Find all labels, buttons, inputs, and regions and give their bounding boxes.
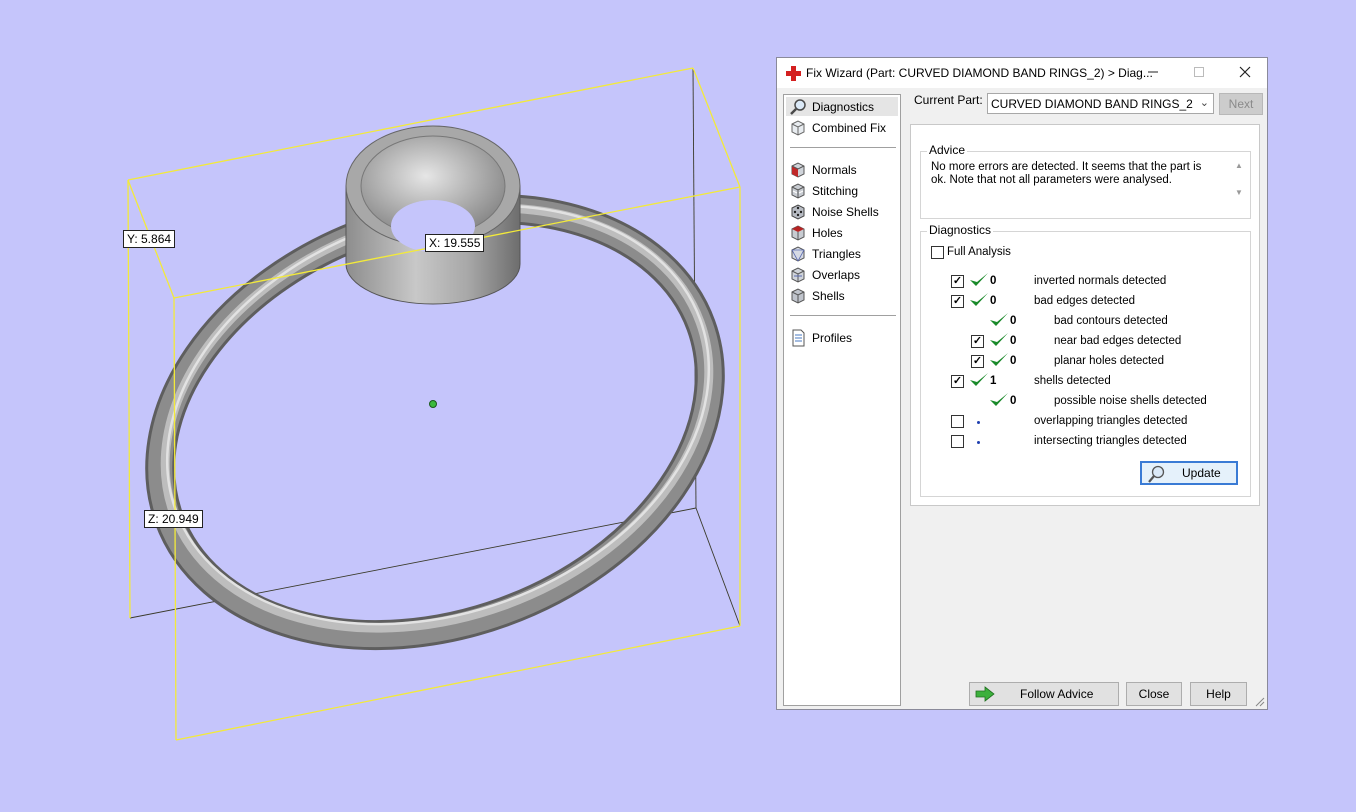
nav-item-noise-shells[interactable]: Noise Shells bbox=[786, 202, 898, 221]
intersecting-triangles-label: intersecting triangles detected bbox=[1034, 435, 1187, 447]
arrow-right-icon bbox=[975, 686, 995, 702]
magnifier-icon bbox=[790, 99, 806, 115]
triangles-cube-icon bbox=[791, 246, 805, 262]
nav-item-triangles[interactable]: Triangles bbox=[786, 244, 898, 263]
scene-canvas bbox=[127, 67, 741, 741]
help-button[interactable]: Help bbox=[1190, 682, 1247, 706]
close-window-button[interactable] bbox=[1222, 58, 1268, 88]
title-bar[interactable]: Fix Wizard (Part: CURVED DIAMOND BAND RI… bbox=[777, 58, 1267, 88]
update-label: Update bbox=[1182, 466, 1221, 480]
green-check-icon bbox=[990, 333, 1008, 346]
nav-item-overlaps[interactable]: Overlaps bbox=[786, 265, 898, 284]
dimension-z-label: Z: 20.949 bbox=[144, 510, 203, 528]
dice-icon bbox=[791, 204, 805, 220]
overlapping-triangles-label: overlapping triangles detected bbox=[1034, 415, 1188, 427]
nav-item-normals[interactable]: Normals bbox=[786, 160, 898, 179]
scroll-up-icon[interactable]: ▲ bbox=[1232, 161, 1246, 170]
inverted-normals-count: 0 bbox=[990, 275, 997, 287]
current-part-value: CURVED DIAMOND BAND RINGS_2 bbox=[991, 97, 1193, 111]
update-button[interactable]: Update bbox=[1140, 461, 1238, 485]
pending-dot-icon bbox=[977, 421, 980, 424]
green-check-icon bbox=[970, 293, 988, 306]
follow-advice-label: Follow Advice bbox=[1020, 687, 1094, 701]
shells-checkbox[interactable]: ✓ bbox=[951, 375, 964, 388]
inverted-normals-label: inverted normals detected bbox=[1034, 275, 1167, 287]
diagnostics-panel: Advice No more errors are detected. It s… bbox=[910, 124, 1260, 506]
diagnostics-group: Diagnostics Full Analysis ✓ 0 inverted n… bbox=[920, 223, 1251, 497]
pending-dot-icon bbox=[977, 441, 980, 444]
intersecting-triangles-checkbox[interactable] bbox=[951, 435, 964, 448]
bad-contours-count: 0 bbox=[1010, 315, 1017, 327]
green-check-icon bbox=[990, 353, 1008, 366]
fix-wizard-nav: Diagnostics Combined Fix Normals Stitchi… bbox=[783, 94, 901, 706]
advice-group: Advice No more errors are detected. It s… bbox=[920, 143, 1251, 219]
advice-text: No more errors are detected. It seems th… bbox=[931, 161, 1202, 186]
full-analysis-checkbox[interactable] bbox=[931, 246, 944, 259]
advice-title: Advice bbox=[927, 143, 968, 157]
fix-wizard-dialog: Fix Wizard (Part: CURVED DIAMOND BAND RI… bbox=[776, 57, 1268, 710]
shells-cube-icon bbox=[791, 288, 805, 304]
planar-holes-count: 0 bbox=[1010, 355, 1017, 367]
shells-label: shells detected bbox=[1034, 375, 1111, 387]
nav-item-stitching[interactable]: Stitching bbox=[786, 181, 898, 200]
nav-separator bbox=[790, 147, 896, 148]
green-check-icon bbox=[970, 273, 988, 286]
nav-item-diagnostics[interactable]: Diagnostics bbox=[786, 97, 898, 116]
near-bad-edges-label: near bad edges detected bbox=[1054, 335, 1182, 347]
nav-item-profiles[interactable]: Profiles bbox=[786, 328, 898, 347]
diagnostics-title: Diagnostics bbox=[927, 223, 994, 237]
nav-separator bbox=[790, 315, 896, 316]
green-check-icon bbox=[990, 313, 1008, 326]
maximize-button[interactable] bbox=[1176, 58, 1222, 88]
near-bad-edges-checkbox[interactable]: ✓ bbox=[971, 335, 984, 348]
scroll-down-icon[interactable]: ▼ bbox=[1232, 188, 1246, 197]
normals-cube-icon bbox=[791, 162, 805, 178]
document-icon bbox=[792, 329, 805, 347]
nav-item-shells[interactable]: Shells bbox=[786, 286, 898, 305]
near-bad-edges-count: 0 bbox=[1010, 335, 1017, 347]
dialog-title: Fix Wizard (Part: CURVED DIAMOND BAND RI… bbox=[806, 66, 1153, 80]
ring-model bbox=[145, 125, 725, 651]
next-button[interactable]: Next bbox=[1219, 93, 1263, 115]
cube-icon bbox=[791, 120, 805, 136]
overlaps-cube-icon bbox=[791, 267, 805, 283]
advice-scrollbar[interactable]: ▲ ▼ bbox=[1232, 161, 1246, 205]
green-check-icon bbox=[990, 393, 1008, 406]
holes-cube-icon bbox=[791, 225, 805, 241]
stitching-cube-icon bbox=[791, 183, 805, 199]
maximize-icon bbox=[1194, 67, 1204, 77]
dimension-y-label: Y: 5.864 bbox=[123, 230, 176, 248]
minimize-icon bbox=[1148, 71, 1158, 73]
green-check-icon bbox=[970, 373, 988, 386]
nav-item-holes[interactable]: Holes bbox=[786, 223, 898, 242]
close-icon bbox=[1239, 66, 1251, 78]
3d-viewport[interactable]: Y: 5.864 X: 19.555 Z: 20.949 bbox=[0, 0, 770, 809]
nav-item-combined-fix[interactable]: Combined Fix bbox=[786, 118, 898, 137]
bad-edges-checkbox[interactable]: ✓ bbox=[951, 295, 964, 308]
current-part-select[interactable]: CURVED DIAMOND BAND RINGS_2 ⌄ bbox=[987, 93, 1214, 114]
center-marker bbox=[429, 400, 437, 408]
bad-edges-label: bad edges detected bbox=[1034, 295, 1136, 307]
resize-grip-icon[interactable] bbox=[1255, 697, 1265, 707]
full-analysis-label: Full Analysis bbox=[947, 246, 1011, 258]
close-button[interactable]: Close bbox=[1126, 682, 1182, 706]
planar-holes-label: planar holes detected bbox=[1054, 355, 1164, 367]
magnifier-icon bbox=[1148, 465, 1165, 483]
medical-cross-icon bbox=[786, 66, 801, 81]
planar-holes-checkbox[interactable]: ✓ bbox=[971, 355, 984, 368]
noise-shells-count: 0 bbox=[1010, 395, 1017, 407]
current-part-label: Current Part: bbox=[914, 93, 983, 107]
chevron-down-icon: ⌄ bbox=[1199, 97, 1209, 109]
overlapping-triangles-checkbox[interactable] bbox=[951, 415, 964, 428]
dimension-x-label: X: 19.555 bbox=[425, 234, 485, 252]
shells-count: 1 bbox=[990, 375, 997, 387]
noise-shells-label: possible noise shells detected bbox=[1054, 395, 1207, 407]
follow-advice-button[interactable]: Follow Advice bbox=[969, 682, 1119, 706]
minimize-button[interactable] bbox=[1130, 58, 1176, 88]
inverted-normals-checkbox[interactable]: ✓ bbox=[951, 275, 964, 288]
bad-edges-count: 0 bbox=[990, 295, 997, 307]
bad-contours-label: bad contours detected bbox=[1054, 315, 1168, 327]
